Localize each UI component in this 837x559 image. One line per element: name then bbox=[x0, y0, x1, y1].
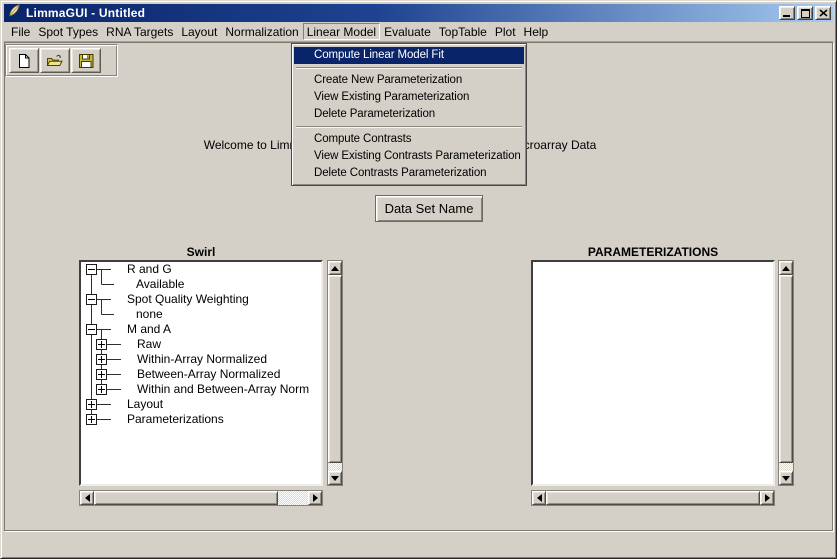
left-arrow-icon bbox=[85, 494, 90, 502]
dataset-tree-listbox: R and G Available Spot Quality Weighting… bbox=[79, 260, 323, 486]
scrollbar-thumb[interactable] bbox=[94, 491, 278, 505]
open-file-button[interactable] bbox=[40, 48, 70, 73]
scroll-down-button[interactable] bbox=[328, 471, 342, 485]
app-window: LimmaGUI - Untitled File Spot Types RNA … bbox=[0, 0, 837, 559]
menu-item-create-new-parameterization[interactable]: Create New Parameterization bbox=[294, 72, 524, 89]
window-controls bbox=[779, 6, 833, 20]
scroll-right-button[interactable] bbox=[760, 491, 774, 505]
menu-file[interactable]: File bbox=[7, 22, 34, 41]
menu-item-view-existing-parameterization[interactable]: View Existing Parameterization bbox=[294, 89, 524, 106]
menu-separator bbox=[296, 126, 522, 128]
minimize-icon bbox=[783, 15, 790, 17]
close-icon bbox=[819, 9, 828, 17]
menu-layout[interactable]: Layout bbox=[177, 22, 221, 41]
scroll-left-button[interactable] bbox=[80, 491, 94, 505]
down-arrow-icon bbox=[331, 476, 339, 481]
scrollbar-track[interactable] bbox=[94, 491, 308, 505]
parameterizations-vertical-scrollbar[interactable] bbox=[778, 260, 794, 486]
menu-linear-model[interactable]: Linear Model bbox=[303, 23, 380, 40]
scrollbar-thumb[interactable] bbox=[779, 275, 793, 463]
menu-evaluate[interactable]: Evaluate bbox=[380, 22, 435, 41]
tree-item[interactable]: Spot Quality Weighting bbox=[81, 292, 321, 307]
tree-item[interactable]: R and G bbox=[81, 262, 321, 277]
menubar: File Spot Types RNA Targets Layout Norma… bbox=[4, 22, 833, 42]
scrollbar-track[interactable] bbox=[546, 491, 760, 505]
parameterizations-listbox[interactable] bbox=[531, 260, 775, 486]
tree-item[interactable]: Raw bbox=[81, 337, 321, 352]
menu-help[interactable]: Help bbox=[520, 22, 553, 41]
save-file-button[interactable] bbox=[71, 48, 101, 73]
maximize-icon bbox=[801, 9, 810, 18]
menu-plot[interactable]: Plot bbox=[491, 22, 520, 41]
tree-item[interactable]: Within-Array Normalized bbox=[81, 352, 321, 367]
menu-separator bbox=[296, 67, 522, 69]
scroll-down-button[interactable] bbox=[779, 471, 793, 485]
new-file-button[interactable] bbox=[9, 48, 39, 73]
tree-vertical-scrollbar[interactable] bbox=[327, 260, 343, 486]
app-icon-feather[interactable] bbox=[7, 3, 22, 23]
scroll-right-button[interactable] bbox=[308, 491, 322, 505]
close-button[interactable] bbox=[815, 6, 831, 20]
menu-toptable[interactable]: TopTable bbox=[435, 22, 491, 41]
down-arrow-icon bbox=[782, 476, 790, 481]
tree-item[interactable]: Layout bbox=[81, 397, 321, 412]
scroll-up-button[interactable] bbox=[779, 261, 793, 275]
open-folder-icon bbox=[46, 53, 64, 68]
linear-model-dropdown-menu: Compute Linear Model Fit Create New Para… bbox=[291, 43, 527, 186]
tree-item[interactable]: M and A bbox=[81, 322, 321, 337]
scrollbar-track[interactable] bbox=[779, 275, 793, 471]
scrollbar-thumb[interactable] bbox=[546, 491, 760, 505]
titlebar: LimmaGUI - Untitled bbox=[4, 4, 833, 22]
menu-normalization[interactable]: Normalization bbox=[221, 22, 302, 41]
minimize-button[interactable] bbox=[779, 6, 795, 20]
menu-item-compute-linear-model-fit[interactable]: Compute Linear Model Fit bbox=[294, 47, 524, 64]
data-set-name-button[interactable]: Data Set Name bbox=[375, 195, 483, 222]
window-title: LimmaGUI - Untitled bbox=[26, 6, 145, 20]
tree-item[interactable]: Between-Array Normalized bbox=[81, 367, 321, 382]
new-file-icon bbox=[18, 54, 30, 68]
tree-item[interactable]: Available bbox=[81, 277, 321, 292]
dataset-tree-title: Swirl bbox=[79, 245, 323, 259]
up-arrow-icon bbox=[782, 266, 790, 271]
up-arrow-icon bbox=[331, 266, 339, 271]
scrollbar-track[interactable] bbox=[328, 275, 342, 471]
maximize-button[interactable] bbox=[797, 6, 813, 20]
toolbar bbox=[5, 44, 118, 77]
menu-spot-types[interactable]: Spot Types bbox=[34, 22, 102, 41]
tree-item[interactable]: Parameterizations bbox=[81, 412, 321, 427]
scroll-left-button[interactable] bbox=[532, 491, 546, 505]
right-arrow-icon bbox=[765, 494, 770, 502]
save-icon bbox=[79, 54, 94, 68]
parameterizations-horizontal-scrollbar[interactable] bbox=[531, 490, 775, 506]
menu-item-view-existing-contrasts-parameterization[interactable]: View Existing Contrasts Parameterization bbox=[294, 148, 524, 165]
menu-item-delete-contrasts-parameterization[interactable]: Delete Contrasts Parameterization bbox=[294, 165, 524, 182]
tree-item[interactable]: none bbox=[81, 307, 321, 322]
scroll-up-button[interactable] bbox=[328, 261, 342, 275]
menu-item-compute-contrasts[interactable]: Compute Contrasts bbox=[294, 131, 524, 148]
parameterizations-title: PARAMETERIZATIONS bbox=[531, 245, 775, 259]
left-arrow-icon bbox=[537, 494, 542, 502]
tree-horizontal-scrollbar[interactable] bbox=[79, 490, 323, 506]
tree-item[interactable]: Within and Between-Array Norm bbox=[81, 382, 321, 397]
menu-rna-targets[interactable]: RNA Targets bbox=[102, 22, 177, 41]
menu-item-delete-parameterization[interactable]: Delete Parameterization bbox=[294, 106, 524, 123]
scrollbar-thumb[interactable] bbox=[328, 275, 342, 463]
right-arrow-icon bbox=[313, 494, 318, 502]
